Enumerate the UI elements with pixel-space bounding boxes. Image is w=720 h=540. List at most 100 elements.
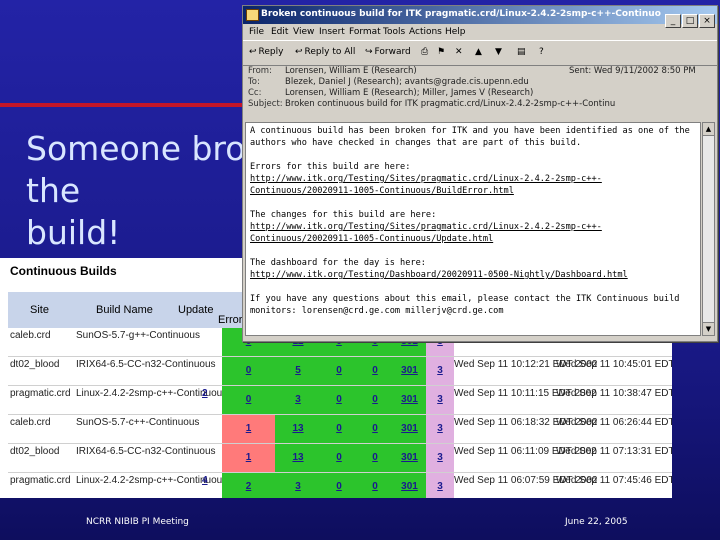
- site-cell: caleb.crd: [10, 330, 51, 341]
- error-count-cell[interactable]: 0: [222, 357, 275, 385]
- body-intro: A continuous build has been broken for I…: [250, 126, 690, 148]
- menu-file[interactable]: File: [249, 27, 264, 37]
- warning-count-cell[interactable]: 13: [275, 415, 321, 443]
- build-name-cell: SunOS-5.7-c++-Continuous: [76, 417, 200, 428]
- site-cell: pragmatic.crd: [10, 388, 71, 399]
- build-name-cell: Linux-2.4.2-2smp-c++-Continuous: [76, 388, 228, 399]
- site-cell: dt02_blood: [10, 359, 60, 370]
- errors-link[interactable]: http://www.itk.org/Testing/Sites/pragmat…: [250, 174, 602, 196]
- scroll-down-icon[interactable]: ▼: [703, 322, 714, 335]
- print-icon[interactable]: ⎙: [421, 45, 428, 60]
- test-link-cell[interactable]: 3: [426, 357, 454, 385]
- test-link-cell[interactable]: 3: [426, 415, 454, 443]
- table-row: pragmatic.crd Linux-2.4.2-2smp-c++-Contin…: [8, 473, 672, 498]
- failed-cell[interactable]: 0: [357, 473, 393, 498]
- to-value[interactable]: Blezek, Daniel J (Research); avants@grad…: [285, 77, 615, 87]
- next-icon[interactable]: ▼: [495, 45, 502, 60]
- test-link-cell[interactable]: 3: [426, 473, 454, 498]
- build-name-cell: IRIX64-6.5-CC-n32-Continuous: [76, 359, 216, 370]
- failed-cell[interactable]: 0: [357, 415, 393, 443]
- menu-edit[interactable]: Edit: [271, 27, 288, 37]
- menu-view[interactable]: View: [293, 27, 314, 37]
- column-header-error[interactable]: Error: [218, 314, 242, 326]
- from-label: From:: [248, 66, 272, 76]
- failed-cell[interactable]: 0: [357, 386, 393, 414]
- build-start-cell: Wed Sep 11 10:11:15 EDT 2002: [454, 388, 597, 399]
- menu-insert[interactable]: Insert: [319, 27, 345, 37]
- changes-intro: The changes for this build are here:: [250, 210, 437, 220]
- envelope-icon: [246, 9, 259, 21]
- test-link-cell[interactable]: 3: [426, 386, 454, 414]
- menu-bar: File Edit View Insert Format Tools Actio…: [243, 24, 717, 40]
- passed-cell[interactable]: 301: [393, 357, 426, 385]
- email-scrollbar[interactable]: ▲ ▼: [702, 122, 715, 336]
- forward-button[interactable]: ↪ Forward: [365, 45, 411, 60]
- passed-cell[interactable]: 301: [393, 473, 426, 498]
- build-rows: caleb.crdSunOS-5.7-g++-Continuous0120030…: [8, 328, 672, 498]
- previous-icon[interactable]: ▲: [475, 45, 482, 60]
- site-cell: dt02_blood: [10, 446, 60, 457]
- menu-tools[interactable]: Tools: [383, 27, 405, 37]
- build-start-cell: Wed Sep 11 06:18:32 EDT 2002: [454, 417, 598, 428]
- build-start-cell: Wed Sep 11 06:07:59 EDT 2002: [454, 475, 598, 486]
- dashboard-intro: The dashboard for the day is here:: [250, 258, 426, 268]
- column-header-update[interactable]: Update: [178, 304, 213, 316]
- reply-all-button[interactable]: ↩ Reply to All: [295, 45, 355, 60]
- body-dashboard: The dashboard for the day is here: http:/…: [250, 257, 696, 281]
- update-link[interactable]: 4: [202, 475, 208, 486]
- dashboard-title: Continuous Builds: [10, 264, 117, 278]
- passed-cell[interactable]: 301: [393, 386, 426, 414]
- dashboard-link[interactable]: http://www.itk.org/Testing/Dashboard/200…: [250, 270, 628, 280]
- delete-icon[interactable]: ✕: [455, 45, 463, 60]
- header-from: From: Lorensen, William E (Research) Sen…: [243, 66, 717, 77]
- menu-help[interactable]: Help: [445, 27, 466, 37]
- build-name-cell: SunOS-5.7-g++-Continuous: [76, 330, 200, 341]
- warning-count-cell[interactable]: 5: [275, 357, 321, 385]
- failed-cell[interactable]: 0: [357, 357, 393, 385]
- from-value[interactable]: Lorensen, William E (Research): [285, 66, 615, 76]
- warning-count-cell[interactable]: 13: [275, 444, 321, 472]
- email-window: Broken continuous build for ITK pragmati…: [242, 5, 718, 342]
- not-found-cell[interactable]: 0: [321, 357, 357, 385]
- help-icon[interactable]: ?: [539, 45, 544, 60]
- passed-cell[interactable]: 301: [393, 444, 426, 472]
- body-errors: Errors for this build are here: http://ww…: [250, 161, 696, 197]
- not-found-cell[interactable]: 0: [321, 415, 357, 443]
- test-link-cell[interactable]: 3: [426, 444, 454, 472]
- warning-count-cell[interactable]: 3: [275, 473, 321, 498]
- table-row: dt02_blood IRIX64-6.5-CC-n32-Continuous 1 1…: [8, 444, 672, 473]
- email-body[interactable]: A continuous build has been broken for I…: [245, 122, 701, 336]
- forward-icon: ↪: [365, 47, 373, 57]
- email-toolbar: ↩ Reply ↩ Reply to All ↪ Forward ⎙ ⚑ ✕ ▲ ▼ …: [243, 40, 717, 66]
- not-found-cell[interactable]: 0: [321, 386, 357, 414]
- warning-count-cell[interactable]: 3: [275, 386, 321, 414]
- reply-button[interactable]: ↩ Reply: [249, 45, 283, 60]
- not-found-cell[interactable]: 0: [321, 444, 357, 472]
- footer-date: June 22, 2005: [565, 517, 628, 527]
- failed-cell[interactable]: 0: [357, 444, 393, 472]
- scroll-up-icon[interactable]: ▲: [703, 123, 714, 136]
- sent-label: Sent:: [569, 66, 592, 76]
- not-found-cell[interactable]: 0: [321, 473, 357, 498]
- error-count-cell[interactable]: 1: [222, 444, 275, 472]
- reply-icon: ↩: [249, 47, 257, 57]
- email-titlebar[interactable]: Broken continuous build for ITK pragmati…: [243, 6, 717, 28]
- header-cc: Cc: Lorensen, William E (Research); Mill…: [243, 88, 717, 99]
- errors-intro: Errors for this build are here:: [250, 162, 411, 172]
- menu-actions[interactable]: Actions: [409, 27, 442, 37]
- update-link[interactable]: 2: [202, 388, 208, 399]
- address-book-icon[interactable]: ▤: [517, 45, 526, 60]
- sent-value: Wed 9/11/2002 8:50 PM: [593, 66, 696, 76]
- passed-cell[interactable]: 301: [393, 415, 426, 443]
- column-header-build-name[interactable]: Build Name: [96, 304, 153, 316]
- subject-label: Subject:: [248, 99, 283, 109]
- menu-format[interactable]: Format: [349, 27, 381, 37]
- error-count-cell[interactable]: 2: [222, 473, 275, 498]
- build-start-cell: Wed Sep 11 10:12:21 EDT 2002: [454, 359, 598, 370]
- changes-link[interactable]: http://www.itk.org/Testing/Sites/pragmat…: [250, 222, 602, 244]
- column-header-site[interactable]: Site: [30, 304, 49, 316]
- error-count-cell[interactable]: 0: [222, 386, 275, 414]
- flag-icon[interactable]: ⚑: [437, 45, 445, 60]
- cc-value[interactable]: Lorensen, William E (Research); Miller, …: [285, 88, 615, 98]
- error-count-cell[interactable]: 1: [222, 415, 275, 443]
